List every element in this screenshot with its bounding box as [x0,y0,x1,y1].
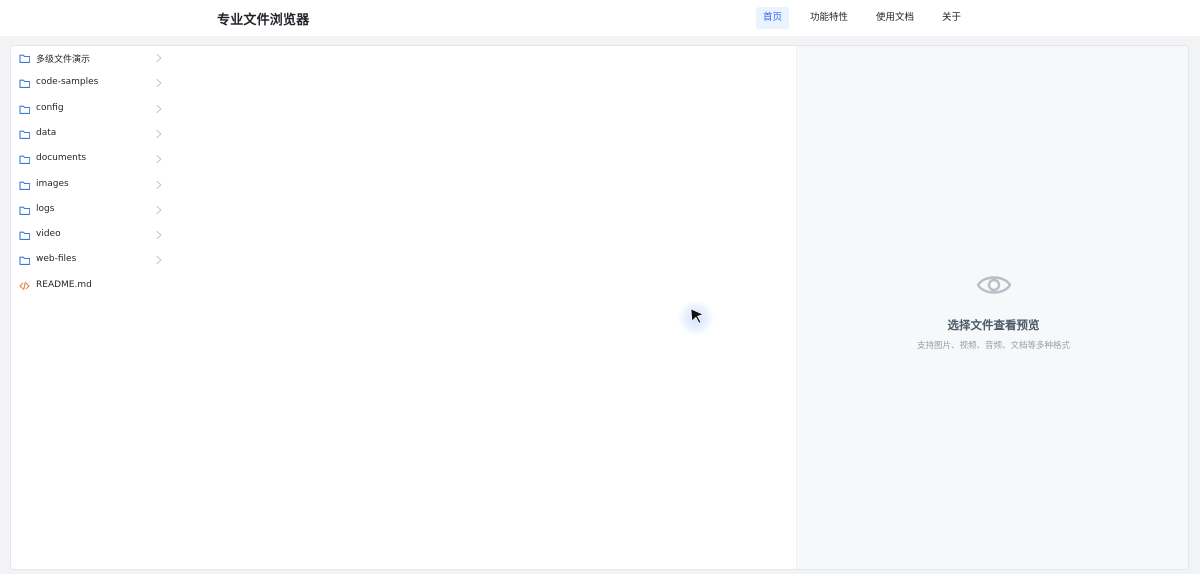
code-file-icon [19,281,30,290]
tree-item-label: web-files [36,254,77,265]
folder-row[interactable]: code-samples [11,71,171,96]
chevron-right-icon[interactable] [155,154,163,164]
tree-item-label: documents [36,153,87,164]
nav-docs[interactable]: 使用文档 [869,7,921,29]
folder-row[interactable]: config [11,97,171,122]
file-row[interactable]: README.md [11,274,171,299]
top-header: 专业文件浏览器 首页 功能特性 使用文档 关于 [0,0,1200,36]
mouse-cursor-icon [690,308,704,324]
folder-row[interactable]: video [11,223,171,248]
folder-icon [19,79,30,89]
folder-row[interactable]: documents [11,147,171,172]
main-nav: 首页 功能特性 使用文档 关于 [756,7,982,29]
folder-icon [19,231,30,241]
folder-icon [19,54,30,63]
chevron-right-icon[interactable] [155,180,163,190]
tree-item-label: images [36,178,69,189]
nav-about[interactable]: 关于 [935,7,968,29]
tree-item-label: logs [36,203,55,214]
folder-icon [19,181,30,190]
preview-panel: 选择文件查看预览 支持图片、视频、音频、文档等多种格式 [796,46,1188,569]
folder-icon [19,130,30,139]
folder-icon [19,155,30,165]
preview-subtitle: 支持图片、视频、音频、文档等多种格式 [916,341,1070,351]
chevron-right-icon[interactable] [155,230,163,240]
browser-card: 多级文件演示 code-samples config data documents ima… [10,45,1189,570]
chevron-right-icon[interactable] [155,78,163,88]
tree-item-label: video [36,229,61,240]
chevron-right-icon[interactable] [155,129,163,139]
chevron-right-icon[interactable] [155,205,163,215]
tree-item-label: code-samples [36,77,99,88]
chevron-right-icon[interactable] [155,104,163,114]
folder-row[interactable]: web-files [11,248,171,273]
tree-item-label: 多级文件演示 [36,55,91,65]
preview-title: 选择文件查看预览 [947,318,1040,332]
app-title: 专业文件浏览器 [217,13,310,28]
nav-features[interactable]: 功能特性 [803,7,855,29]
chevron-right-icon[interactable] [155,53,163,63]
file-tree: 多级文件演示 code-samples config data documents ima… [11,46,796,569]
folder-row[interactable]: logs [11,198,171,223]
tree-item-label: README.md [36,279,92,290]
eye-icon [976,276,1012,294]
tree-item-label: data [36,127,57,138]
tree-item-label: config [36,102,64,113]
nav-home[interactable]: 首页 [756,7,790,29]
folder-icon [19,257,30,266]
folder-row[interactable]: images [11,173,171,198]
folder-icon [19,206,30,215]
chevron-right-icon[interactable] [155,255,163,265]
folder-row[interactable]: data [11,122,171,147]
folder-row[interactable]: 多级文件演示 [11,46,171,71]
folder-icon [19,105,30,114]
